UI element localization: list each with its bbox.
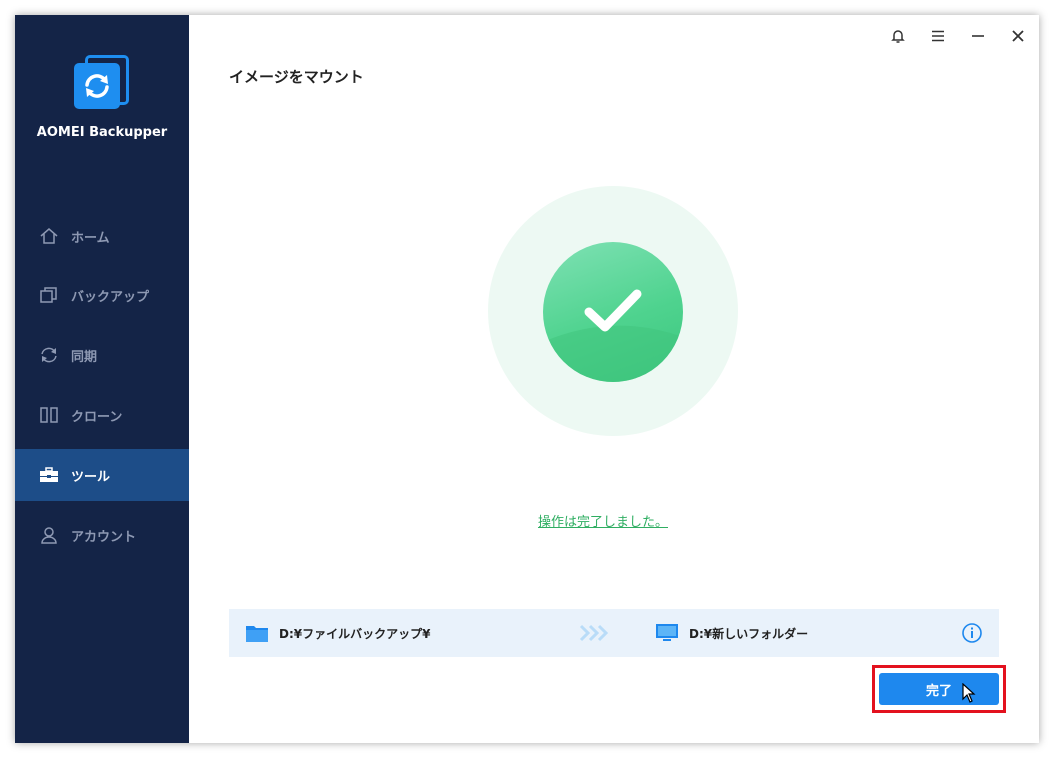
computer-icon (655, 623, 679, 643)
app-logo (73, 53, 133, 115)
mouse-cursor-icon (962, 682, 976, 707)
toolbox-icon (39, 465, 59, 485)
sidebar-item-backup[interactable]: バックアップ (15, 269, 189, 321)
sidebar: AOMEI Backupper ホーム バックアップ 同期 クローン ツール ア… (15, 15, 189, 743)
source-path-text: D:¥ファイルバックアップ¥ (279, 626, 431, 641)
sync-logo-icon (74, 63, 120, 109)
bell-icon[interactable] (887, 25, 909, 47)
sidebar-item-label: ツール (71, 469, 111, 485)
sidebar-item-label: 同期 (71, 349, 98, 365)
source-path: D:¥ファイルバックアップ¥ (245, 623, 430, 643)
backup-icon (39, 285, 59, 305)
status-message-link[interactable]: 操作は完了しました。 (189, 511, 1017, 530)
sidebar-item-sync[interactable]: 同期 (15, 329, 189, 381)
user-icon (39, 525, 59, 545)
sidebar-item-home[interactable]: ホーム (15, 210, 189, 262)
arrow-right-icon (579, 623, 611, 647)
page-title: イメージをマウント (229, 68, 364, 86)
destination-path: D:¥新しいフォルダー (655, 623, 808, 643)
check-icon (584, 289, 642, 332)
sync-icon (39, 345, 59, 365)
clone-icon (39, 405, 59, 425)
sidebar-item-label: バックアップ (71, 289, 150, 305)
sidebar-item-clone[interactable]: クローン (15, 389, 189, 441)
sidebar-item-label: クローン (71, 409, 123, 425)
info-icon[interactable] (961, 622, 983, 644)
sidebar-item-tools[interactable]: ツール (15, 449, 189, 501)
sidebar-item-label: ホーム (71, 230, 110, 246)
sidebar-item-account[interactable]: アカウント (15, 509, 189, 561)
path-bar: D:¥ファイルバックアップ¥ D:¥新しいフォルダー (229, 609, 999, 657)
minimize-icon[interactable] (967, 25, 989, 47)
destination-path-text: D:¥新しいフォルダー (689, 626, 809, 641)
finish-button[interactable]: 完了 (879, 673, 999, 705)
folder-icon (245, 623, 269, 643)
main-panel: イメージをマウント 操作は完了しました。 D:¥ファイルバックアップ¥ D:¥新… (189, 15, 1039, 743)
success-circle (543, 242, 683, 382)
menu-icon[interactable] (927, 25, 949, 47)
app-window: AOMEI Backupper ホーム バックアップ 同期 クローン ツール ア… (15, 15, 1039, 743)
close-icon[interactable] (1007, 25, 1029, 47)
sidebar-item-label: アカウント (71, 529, 137, 545)
home-icon (39, 226, 59, 246)
app-name: AOMEI Backupper (36, 125, 168, 140)
